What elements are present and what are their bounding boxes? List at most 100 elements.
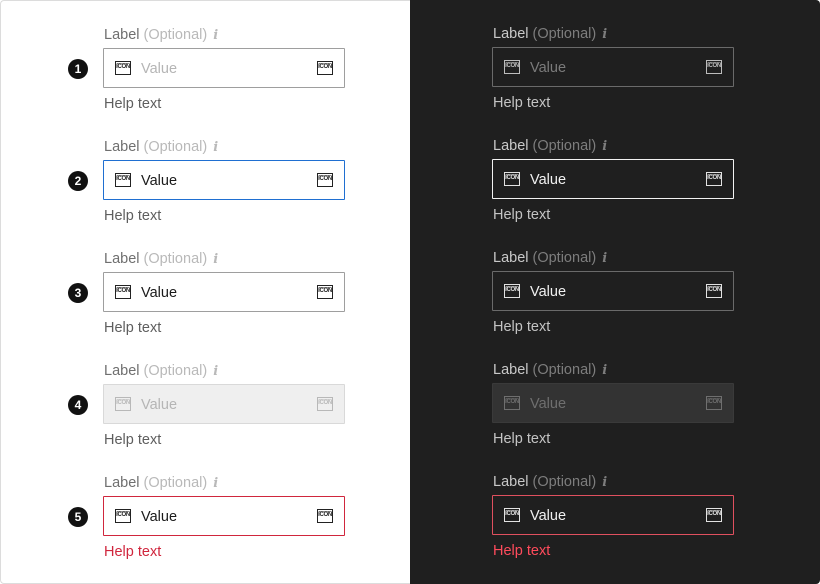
help-text: Help text xyxy=(104,320,162,336)
field-label: Label (Optional) i xyxy=(493,361,607,380)
text-field-placeholder: Label (Optional) i ICON Value ICON Help t… xyxy=(103,1,345,113)
text-field-focused: Label (Optional) i ICON Value ICON Help t… xyxy=(492,112,734,224)
help-text: Help text xyxy=(493,207,551,223)
trailing-icon[interactable]: ICON xyxy=(706,284,722,298)
text-input[interactable]: ICON Value ICON xyxy=(492,159,734,199)
leading-icon: ICON xyxy=(115,285,131,299)
field-label: Label (Optional) i xyxy=(104,138,218,157)
field-label: Label (Optional) i xyxy=(493,249,607,268)
field-label: Label (Optional) i xyxy=(104,362,218,381)
step-marker-1: 1 xyxy=(68,59,88,79)
optional-text: (Optional) xyxy=(532,250,597,266)
input-value: Value xyxy=(530,172,567,188)
leading-icon: ICON xyxy=(504,284,520,298)
field-label: Label (Optional) i xyxy=(104,250,218,269)
input-value: Value xyxy=(141,509,178,525)
optional-text: (Optional) xyxy=(532,474,597,490)
input-value: Value xyxy=(530,284,567,300)
step-marker-4: 4 xyxy=(68,395,88,415)
text-field-placeholder: Label (Optional) i ICON Value ICON Help t… xyxy=(492,0,734,112)
info-icon[interactable]: i xyxy=(602,250,607,268)
leading-icon: ICON xyxy=(504,508,520,522)
leading-icon: ICON xyxy=(115,173,131,187)
text-field-error: Label (Optional) i ICON Value ICON Help t… xyxy=(103,449,345,561)
label-text: Label xyxy=(104,139,140,155)
trailing-icon[interactable]: ICON xyxy=(317,509,333,523)
optional-text: (Optional) xyxy=(532,362,597,378)
input-value: Value xyxy=(530,396,567,412)
error-help-text: Help text xyxy=(104,544,162,560)
info-icon: i xyxy=(602,363,608,378)
trailing-icon[interactable]: ICON xyxy=(317,173,333,187)
text-field-filled: Label (Optional) i ICON Value ICON Help t… xyxy=(103,225,345,337)
step-marker-3: 3 xyxy=(68,283,88,303)
text-input[interactable]: ICON Value ICON xyxy=(103,272,345,312)
leading-icon: ICON xyxy=(115,61,131,75)
label-text: Label xyxy=(104,363,140,379)
optional-text: (Optional) xyxy=(143,363,208,379)
field-label: Label (Optional) i xyxy=(493,473,607,492)
text-field-filled: Label (Optional) i ICON Value ICON Help t… xyxy=(492,224,734,336)
label-text: Label xyxy=(493,362,529,378)
help-text: Help text xyxy=(104,208,162,224)
leading-icon: ICON xyxy=(504,396,520,410)
trailing-icon[interactable]: ICON xyxy=(317,285,333,299)
text-input[interactable]: ICON Value ICON xyxy=(492,47,734,87)
info-icon[interactable]: i xyxy=(213,251,218,269)
label-text: Label xyxy=(104,475,140,491)
help-text: Help text xyxy=(493,431,551,447)
text-field-disabled: Label (Optional) i ICON Value ICON Help t… xyxy=(103,337,345,449)
error-help-text: Help text xyxy=(493,543,551,559)
optional-text: (Optional) xyxy=(532,26,597,42)
info-icon[interactable]: i xyxy=(213,27,218,45)
info-icon[interactable]: i xyxy=(602,26,607,44)
info-icon[interactable]: i xyxy=(213,139,218,157)
text-field-disabled: Label (Optional) i ICON Value ICON Help t… xyxy=(492,336,734,448)
input-value: Value xyxy=(141,397,178,413)
text-field-error: Label (Optional) i ICON Value ICON Help t… xyxy=(492,448,734,560)
text-input[interactable]: ICON Value ICON xyxy=(103,496,345,536)
step-marker-5: 5 xyxy=(68,507,88,527)
text-input[interactable]: ICON Value ICON xyxy=(103,160,345,200)
optional-text: (Optional) xyxy=(143,251,208,267)
input-value: Value xyxy=(141,173,178,189)
label-text: Label xyxy=(493,250,529,266)
text-input[interactable]: ICON Value ICON xyxy=(492,271,734,311)
trailing-icon: ICON xyxy=(317,397,333,411)
optional-text: (Optional) xyxy=(143,139,208,155)
trailing-icon[interactable]: ICON xyxy=(706,508,722,522)
input-value: Value xyxy=(530,60,567,76)
trailing-icon[interactable]: ICON xyxy=(706,172,722,186)
info-icon[interactable]: i xyxy=(602,474,607,492)
field-label: Label (Optional) i xyxy=(104,26,218,45)
text-input[interactable]: ICON Value ICON xyxy=(492,495,734,535)
text-input: ICON Value ICON xyxy=(492,383,734,423)
input-value: Value xyxy=(530,508,567,524)
leading-icon: ICON xyxy=(504,60,520,74)
step-marker-2: 2 xyxy=(68,171,88,191)
trailing-icon: ICON xyxy=(706,396,722,410)
help-text: Help text xyxy=(104,96,162,112)
text-input[interactable]: ICON Value ICON xyxy=(103,48,345,88)
label-text: Label xyxy=(493,138,529,154)
field-label: Label (Optional) i xyxy=(493,25,607,44)
trailing-icon[interactable]: ICON xyxy=(317,61,333,75)
help-text: Help text xyxy=(493,95,551,111)
light-theme-panel: 1 Label (Optional) i ICON Value ICON Help… xyxy=(0,0,410,584)
label-text: Label xyxy=(493,474,529,490)
optional-text: (Optional) xyxy=(532,138,597,154)
info-icon[interactable]: i xyxy=(602,138,607,156)
label-text: Label xyxy=(493,26,529,42)
text-input: ICON Value ICON xyxy=(103,384,345,424)
optional-text: (Optional) xyxy=(143,27,208,43)
field-label: Label (Optional) i xyxy=(493,137,607,156)
label-text: Label xyxy=(104,251,140,267)
leading-icon: ICON xyxy=(115,509,131,523)
dark-theme-panel: Label (Optional) i ICON Value ICON Help t… xyxy=(410,0,820,584)
label-text: Label xyxy=(104,27,140,43)
text-field-focused: Label (Optional) i ICON Value ICON Help t… xyxy=(103,113,345,225)
info-icon[interactable]: i xyxy=(213,475,218,493)
leading-icon: ICON xyxy=(504,172,520,186)
optional-text: (Optional) xyxy=(143,475,208,491)
trailing-icon[interactable]: ICON xyxy=(706,60,722,74)
